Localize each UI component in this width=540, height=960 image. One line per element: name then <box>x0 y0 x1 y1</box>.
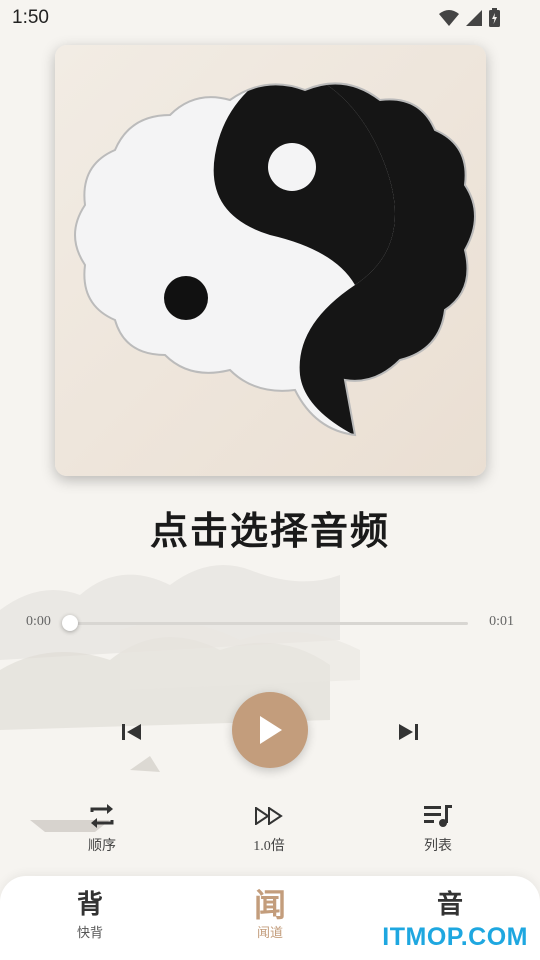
progress-thumb[interactable] <box>62 615 78 631</box>
skip-next-icon <box>399 724 418 740</box>
nav-recite-label: 快背 <box>76 925 103 940</box>
current-time: 0:00 <box>26 614 51 629</box>
track-title[interactable]: 点击选择音频 <box>0 500 540 555</box>
cellular-signal-icon <box>466 9 482 26</box>
nav-listen-glyph: 闻 <box>253 886 286 924</box>
previous-button[interactable] <box>112 712 152 752</box>
wifi-icon <box>439 9 459 26</box>
playback-speed-label: 1.0倍 <box>253 839 285 854</box>
skip-previous-icon <box>122 724 141 740</box>
nav-tab-audio[interactable]: 音 <box>405 888 495 922</box>
play-icon <box>260 716 282 744</box>
status-bar: 1:50 <box>0 0 540 36</box>
play-button[interactable] <box>232 692 308 768</box>
play-mode-button[interactable]: 顺序 <box>62 800 142 855</box>
next-button[interactable] <box>388 712 428 752</box>
status-time: 1:50 <box>12 7 49 28</box>
play-mode-label: 顺序 <box>88 839 116 854</box>
playlist-label: 列表 <box>424 839 452 854</box>
nav-recite-glyph: 背 <box>76 890 103 920</box>
playback-speed-button[interactable]: 1.0倍 <box>229 800 309 855</box>
yin-yang-brain-artwork <box>74 82 476 437</box>
total-time: 0:01 <box>489 614 514 629</box>
nav-audio-glyph: 音 <box>436 890 463 920</box>
nav-tab-recite[interactable]: 背 快背 <box>45 888 135 941</box>
nav-tab-listen[interactable]: 闻 闻道 <box>225 888 315 941</box>
progress-slider[interactable] <box>62 615 468 631</box>
nav-listen-label: 闻道 <box>256 925 283 940</box>
playlist-button[interactable]: 列表 <box>398 800 478 855</box>
battery-charging-icon <box>489 8 500 27</box>
playlist-icon <box>424 805 452 827</box>
site-watermark: ITMOP.COM <box>382 923 528 951</box>
fast-forward-icon <box>255 807 283 825</box>
status-icons <box>439 8 500 27</box>
repeat-icon <box>90 804 114 828</box>
album-art[interactable] <box>55 45 486 476</box>
